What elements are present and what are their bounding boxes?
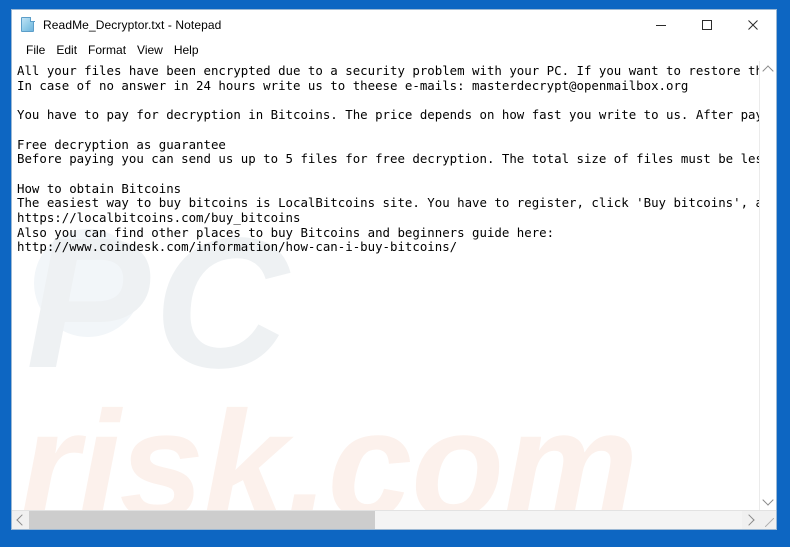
text-surface[interactable]: PC risk.com All your files have been enc… (12, 61, 759, 510)
scroll-up-button[interactable] (760, 61, 776, 78)
menu-item-format[interactable]: Format (83, 42, 132, 59)
scroll-left-button[interactable] (12, 511, 29, 529)
vertical-scrollbar[interactable] (759, 61, 776, 510)
notepad-document-icon (20, 17, 36, 33)
ransom-note-text[interactable]: All your files have been encrypted due t… (12, 61, 759, 255)
menu-item-file[interactable]: File (21, 42, 51, 59)
minimize-icon (656, 25, 666, 26)
window-controls (638, 10, 776, 40)
close-icon (748, 20, 758, 30)
menu-bar: File Edit Format View Help (12, 40, 776, 60)
horizontal-scroll-thumb[interactable] (29, 511, 375, 529)
chevron-up-icon (762, 65, 774, 77)
notepad-window: ReadMe_Decryptor.txt - Notepad File Edit (11, 9, 777, 530)
resize-grip[interactable] (759, 511, 776, 529)
window-title: ReadMe_Decryptor.txt - Notepad (43, 18, 222, 32)
scroll-right-button[interactable] (742, 511, 759, 529)
close-button[interactable] (730, 10, 776, 40)
maximize-button[interactable] (684, 10, 730, 40)
maximize-icon (702, 20, 712, 30)
chevron-left-icon (16, 514, 28, 526)
watermark-bottom-text: risk.com (20, 380, 638, 510)
title-bar[interactable]: ReadMe_Decryptor.txt - Notepad (12, 10, 776, 40)
menu-item-view[interactable]: View (132, 42, 169, 59)
editor-region: PC risk.com All your files have been enc… (12, 60, 776, 510)
chevron-right-icon (743, 514, 755, 526)
chevron-down-icon (762, 494, 774, 506)
menu-item-help[interactable]: Help (169, 42, 205, 59)
scroll-down-button[interactable] (760, 493, 776, 510)
vertical-scroll-track[interactable] (760, 78, 776, 493)
minimize-button[interactable] (638, 10, 684, 40)
horizontal-scrollbar[interactable] (12, 510, 776, 529)
menu-item-edit[interactable]: Edit (51, 42, 83, 59)
horizontal-scroll-track[interactable] (29, 511, 742, 529)
